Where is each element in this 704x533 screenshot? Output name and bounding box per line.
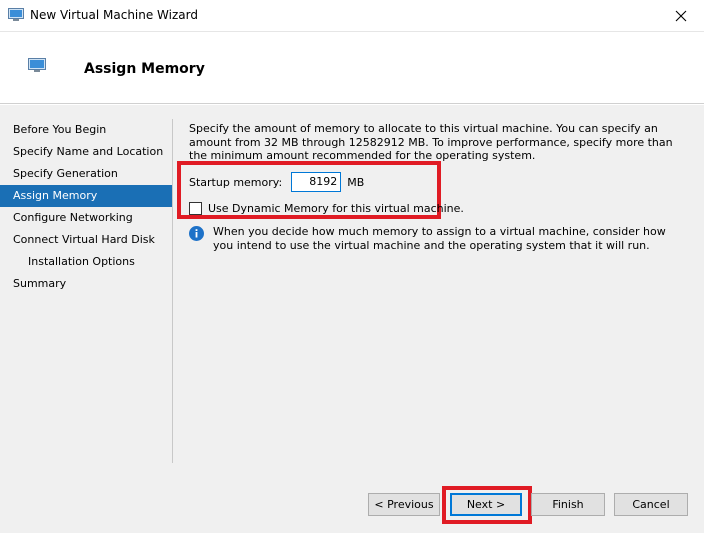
dynamic-memory-checkbox[interactable] — [189, 201, 202, 215]
wizard-header: Assign Memory — [0, 32, 704, 104]
step-installation-options[interactable]: Installation Options — [0, 251, 172, 273]
startup-memory-unit: MB — [347, 175, 365, 189]
wizard-body: Before You Begin Specify Name and Locati… — [0, 105, 704, 533]
virtual-machine-icon — [28, 58, 46, 72]
previous-button[interactable]: < Previous — [368, 493, 440, 516]
startup-memory-label: Startup memory: — [189, 175, 283, 189]
close-button[interactable] — [658, 0, 704, 32]
content-pane: Specify the amount of memory to allocate… — [189, 122, 689, 163]
step-label: Summary — [13, 277, 67, 290]
startup-memory-row: Startup memory: 8192 MB — [189, 172, 364, 192]
info-icon — [189, 226, 204, 241]
step-label: Installation Options — [28, 255, 135, 268]
info-row: When you decide how much memory to assig… — [189, 225, 684, 252]
step-label: Configure Networking — [13, 211, 133, 224]
finish-button[interactable]: Finish — [531, 493, 605, 516]
step-label: Specify Generation — [13, 167, 118, 180]
step-label: Connect Virtual Hard Disk — [13, 233, 155, 246]
step-summary[interactable]: Summary — [0, 273, 172, 295]
title-bar: New Virtual Machine Wizard — [0, 0, 704, 32]
startup-memory-input[interactable]: 8192 — [291, 172, 342, 192]
step-label: Before You Begin — [13, 123, 107, 136]
description-text: Specify the amount of memory to allocate… — [189, 122, 673, 162]
step-before-you-begin[interactable]: Before You Begin — [0, 119, 172, 141]
step-configure-networking[interactable]: Configure Networking — [0, 207, 172, 229]
virtual-machine-icon — [8, 8, 24, 21]
info-text: When you decide how much memory to assig… — [213, 225, 666, 252]
step-connect-virtual-hard-disk[interactable]: Connect Virtual Hard Disk — [0, 229, 172, 251]
step-specify-generation[interactable]: Specify Generation — [0, 163, 172, 185]
window-title: New Virtual Machine Wizard — [30, 8, 198, 22]
step-label: Specify Name and Location — [13, 145, 164, 158]
close-icon — [675, 10, 687, 22]
dynamic-memory-label[interactable]: Use Dynamic Memory for this virtual mach… — [208, 202, 464, 215]
page-title: Assign Memory — [84, 61, 205, 77]
step-label: Assign Memory — [13, 189, 98, 202]
step-specify-name-and-location[interactable]: Specify Name and Location — [0, 141, 172, 163]
next-button[interactable]: Next > — [450, 493, 522, 516]
dynamic-memory-row: Use Dynamic Memory for this virtual mach… — [189, 200, 464, 216]
step-assign-memory[interactable]: Assign Memory — [0, 185, 172, 207]
cancel-button[interactable]: Cancel — [614, 493, 688, 516]
step-list: Before You Begin Specify Name and Locati… — [0, 119, 172, 295]
vertical-divider — [172, 119, 173, 463]
